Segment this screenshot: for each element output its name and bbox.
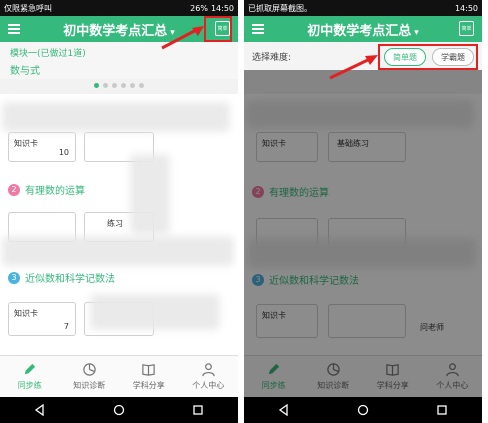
page-dot[interactable] <box>103 83 108 88</box>
blurred-area <box>90 294 220 330</box>
dim-overlay[interactable] <box>244 70 482 397</box>
annotation-box <box>204 16 232 42</box>
home-icon[interactable] <box>357 404 369 416</box>
page-dot[interactable] <box>94 83 99 88</box>
blurred-area <box>130 154 170 234</box>
page-title[interactable]: 初中数学考点汇总 ▾ <box>244 20 482 39</box>
menu-icon[interactable] <box>252 24 264 34</box>
user-icon <box>202 363 215 377</box>
right-phone-screen: 已抓取屏幕截图。 14:50 初中数学考点汇总 ▾ 简单 选择难度: 简单题 学霸… <box>244 0 482 423</box>
lesson-list: 知识卡 10 2 有理数的运算 练习 3 近似数和科学记数法 知识卡 7 <box>0 94 238 371</box>
difficulty-button[interactable]: 简单 <box>459 21 474 36</box>
page-indicator <box>0 79 238 92</box>
section-3[interactable]: 3 近似数和科学记数法 <box>8 270 115 285</box>
tab-subject-share[interactable]: 学科分享 <box>119 356 179 397</box>
page-dot[interactable] <box>112 83 117 88</box>
chevron-down-icon: ▾ <box>414 27 419 38</box>
system-nav-bar <box>0 397 238 423</box>
blurred-area <box>2 102 230 132</box>
clock: 14:50 <box>454 3 478 13</box>
battery-level: 26% <box>190 3 208 13</box>
menu-icon[interactable] <box>8 24 20 34</box>
comparison-screenshot: 仅限紧急呼叫 26% 14:50 初中数学考点汇总 ▾ 简单 模块一(已做过1道)… <box>0 0 488 423</box>
blurred-area <box>2 236 234 266</box>
system-nav-bar <box>244 397 482 423</box>
tab-knowledge-diagnosis[interactable]: 知识诊断 <box>60 356 120 397</box>
bottom-tab-bar: 同步练 知识诊断 学科分享 个人中心 <box>0 355 238 397</box>
difficulty-label: 选择难度: <box>252 52 292 63</box>
app-bar: 初中数学考点汇总 ▾ 简单 <box>0 16 238 42</box>
status-bar: 仅限紧急呼叫 26% 14:50 <box>0 0 238 16</box>
book-icon <box>142 364 155 376</box>
knowledge-card[interactable]: 知识卡 7 <box>8 302 76 336</box>
annotation-box <box>378 44 478 70</box>
back-icon[interactable] <box>34 404 46 416</box>
tab-sync-practice[interactable]: 同步练 <box>0 356 60 397</box>
pencil-icon <box>25 363 36 375</box>
chevron-down-icon: ▾ <box>170 27 175 38</box>
clock: 14:50 <box>210 3 234 13</box>
page-dot[interactable] <box>130 83 135 88</box>
page-title[interactable]: 初中数学考点汇总 ▾ <box>0 20 238 39</box>
back-icon[interactable] <box>278 404 290 416</box>
app-bar: 初中数学考点汇总 ▾ 简单 <box>244 16 482 42</box>
recents-icon[interactable] <box>436 404 448 416</box>
status-bar: 已抓取屏幕截图。 14:50 <box>244 0 482 16</box>
module-name: 数与式 <box>10 66 40 77</box>
page-dot[interactable] <box>139 83 144 88</box>
module-header: 模块一(已做过1道) 数与式 <box>0 42 238 79</box>
recents-icon[interactable] <box>192 404 204 416</box>
home-icon[interactable] <box>113 404 125 416</box>
knowledge-card[interactable]: 知识卡 10 <box>8 132 76 162</box>
page-dot[interactable] <box>121 83 126 88</box>
status-text: 仅限紧急呼叫 <box>4 3 52 13</box>
pie-chart-icon <box>83 363 96 376</box>
tab-profile[interactable]: 个人中心 <box>179 356 239 397</box>
section-2[interactable]: 2 有理数的运算 <box>8 182 85 197</box>
module-subtitle: 模块一(已做过1道) <box>10 49 86 59</box>
status-text: 已抓取屏幕截图。 <box>248 3 312 13</box>
left-phone-screen: 仅限紧急呼叫 26% 14:50 初中数学考点汇总 ▾ 简单 模块一(已做过1道)… <box>0 0 238 423</box>
